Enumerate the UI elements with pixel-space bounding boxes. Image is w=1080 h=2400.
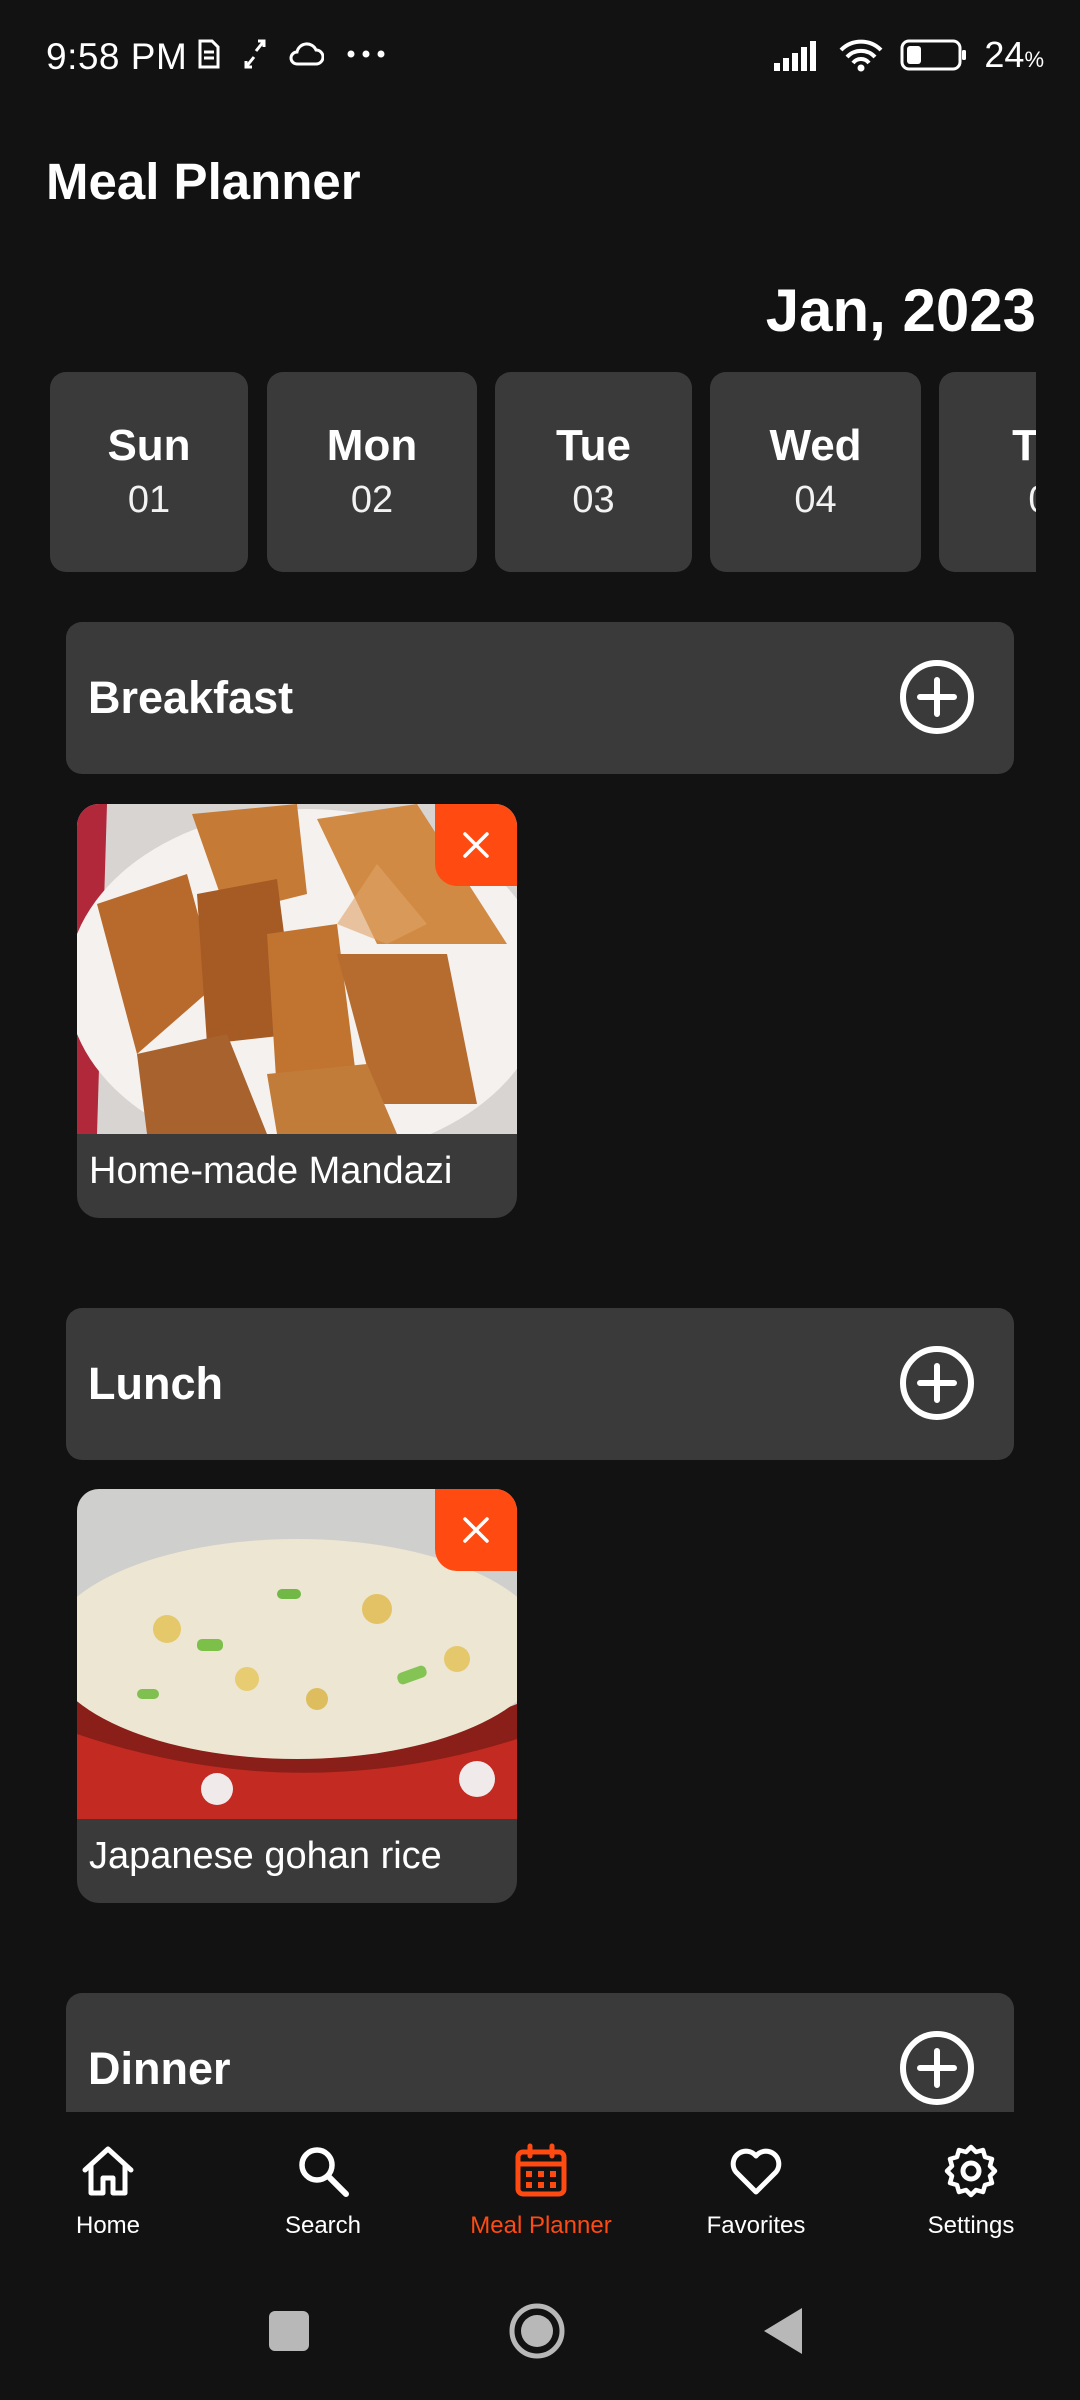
more-dots-icon bbox=[347, 50, 385, 58]
dinner-header: Dinner bbox=[66, 1993, 1014, 2112]
meal-item-name: Home-made Mandazi bbox=[89, 1150, 453, 1192]
add-breakfast-button[interactable] bbox=[898, 658, 976, 736]
day-number: 02 bbox=[350, 478, 394, 521]
remove-lunch-button[interactable] bbox=[435, 1489, 517, 1571]
day-number: 03 bbox=[572, 478, 615, 521]
page-title: Meal Planner bbox=[46, 153, 361, 210]
home-icon bbox=[82, 2146, 134, 2196]
date-card-wed[interactable]: Wed 04 bbox=[710, 372, 921, 572]
day-number: 0 bbox=[1028, 479, 1036, 522]
home-button[interactable] bbox=[508, 2302, 566, 2360]
date-card-mon[interactable]: Mon 02 bbox=[267, 372, 477, 572]
battery-percent: 24% bbox=[984, 34, 1044, 75]
add-dinner-button[interactable] bbox=[898, 2029, 976, 2107]
nav-meal-planner[interactable]: Meal Planner bbox=[451, 2142, 631, 2240]
nav-search[interactable]: Search bbox=[233, 2142, 413, 2240]
recents-button[interactable] bbox=[268, 2310, 310, 2352]
meal-title-lunch: Lunch bbox=[88, 1358, 223, 1409]
bottom-navigation: Home Search Meal Planner Favorites Setti… bbox=[0, 2112, 1080, 2262]
date-card-thu[interactable]: Th 0 bbox=[939, 372, 1036, 572]
nav-label: Meal Planner bbox=[470, 2212, 612, 2239]
sim-icon bbox=[198, 39, 220, 69]
cloud-icon bbox=[289, 42, 324, 66]
status-time: 9:58 PM bbox=[46, 36, 188, 77]
lunch-header: Lunch bbox=[66, 1308, 1014, 1460]
meal-title-breakfast: Breakfast bbox=[88, 672, 294, 723]
nav-favorites[interactable]: Favorites bbox=[666, 2142, 846, 2240]
add-lunch-button[interactable] bbox=[898, 1344, 976, 1422]
status-bar: 9:58 PM 24% bbox=[0, 0, 1080, 120]
battery-icon bbox=[900, 39, 967, 71]
search-icon bbox=[299, 2147, 349, 2197]
gear-icon bbox=[944, 2144, 998, 2198]
date-card-sun[interactable]: Sun 01 bbox=[50, 372, 248, 572]
nav-label: Favorites bbox=[706, 2212, 806, 2239]
nav-label: Home bbox=[75, 2212, 141, 2239]
day-name: Sun bbox=[107, 421, 191, 471]
day-name: Mon bbox=[326, 421, 418, 471]
wifi-icon bbox=[839, 39, 883, 72]
date-card-tue[interactable]: Tue 03 bbox=[495, 372, 692, 572]
close-icon bbox=[463, 1517, 489, 1543]
heart-icon bbox=[730, 2148, 782, 2195]
meal-card-breakfast[interactable]: Home-made Mandazi bbox=[77, 804, 517, 1218]
day-number: 04 bbox=[794, 478, 837, 521]
nav-settings[interactable]: Settings bbox=[881, 2142, 1061, 2240]
remove-breakfast-button[interactable] bbox=[435, 804, 517, 886]
calendar-icon bbox=[515, 2143, 567, 2197]
signal-icon bbox=[774, 41, 817, 71]
meal-item-name: Japanese gohan rice bbox=[89, 1835, 442, 1877]
nav-label: Settings bbox=[927, 2212, 1015, 2239]
nav-home[interactable]: Home bbox=[18, 2142, 198, 2240]
date-strip[interactable]: Sun 01 Mon 02 Tue 03 Wed 04 Th 0 bbox=[50, 372, 1036, 572]
day-name: Wed bbox=[769, 421, 862, 471]
breakfast-header: Breakfast bbox=[66, 622, 1014, 774]
sync-icon bbox=[244, 39, 266, 69]
day-name: Tue bbox=[556, 421, 631, 471]
meal-card-lunch[interactable]: Japanese gohan rice bbox=[77, 1489, 517, 1903]
month-label: Jan, 2023 bbox=[765, 277, 1036, 344]
nav-label: Search bbox=[284, 2212, 362, 2239]
day-number: 01 bbox=[127, 478, 171, 521]
close-icon bbox=[463, 832, 489, 858]
meal-title-dinner: Dinner bbox=[88, 2043, 231, 2094]
back-button[interactable] bbox=[762, 2306, 804, 2356]
day-name: Th bbox=[1012, 421, 1036, 471]
system-navigation-bar bbox=[0, 2262, 1080, 2400]
